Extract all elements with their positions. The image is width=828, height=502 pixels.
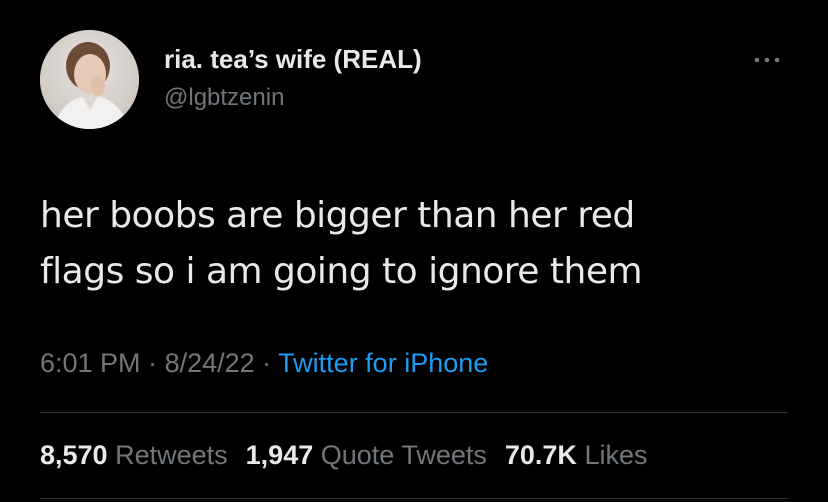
tweet-date[interactable]: 8/24/22 (165, 348, 255, 378)
retweets-stat[interactable]: 8,570 Retweets (40, 440, 228, 470)
tweet-time[interactable]: 6:01 PM (40, 348, 141, 378)
profile-photo-icon (40, 30, 139, 129)
quote-tweets-stat[interactable]: 1,947 Quote Tweets (246, 440, 487, 470)
user-handle[interactable]: @lgbtzenin (164, 84, 284, 112)
tweet-card: ria. tea’s wife (REAL) @lgbtzenin her bo… (0, 0, 828, 502)
likes-label: Likes (584, 440, 648, 470)
more-options-button[interactable] (752, 52, 782, 68)
tweet-source-link[interactable]: Twitter for iPhone (278, 348, 488, 378)
tweet-stats: 8,570 Retweets 1,947 Quote Tweets 70.7K Li… (40, 440, 665, 471)
divider (40, 412, 788, 413)
divider (40, 498, 788, 499)
likes-stat[interactable]: 70.7K Likes (505, 440, 648, 470)
tweet-text-line: her boobs are bigger than her red (40, 195, 635, 236)
meta-separator: · (140, 348, 165, 378)
retweets-count: 8,570 (40, 440, 108, 470)
meta-separator: · (254, 348, 279, 378)
retweets-label: Retweets (115, 440, 228, 470)
tweet-meta: 6:01 PM · 8/24/22 · Twitter for iPhone (40, 348, 488, 379)
ellipsis-icon (754, 57, 780, 63)
quote-tweets-label: Quote Tweets (320, 440, 487, 470)
display-name[interactable]: ria. tea’s wife (REAL) (164, 44, 422, 75)
tweet-text: her boobs are bigger than her red flags … (40, 188, 800, 300)
tweet-text-line: flags so i am going to ignore them (40, 251, 643, 292)
quote-tweets-count: 1,947 (245, 440, 314, 470)
likes-count: 70.7K (504, 440, 577, 470)
avatar[interactable] (40, 30, 139, 129)
